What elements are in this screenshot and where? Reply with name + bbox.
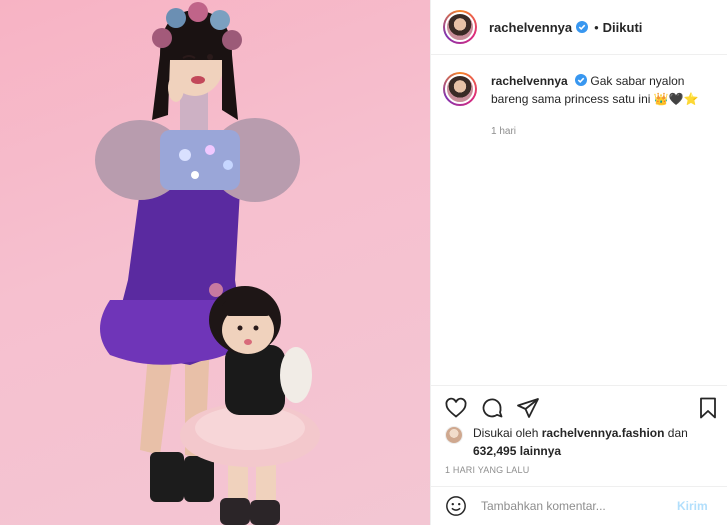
liked-by-and: dan xyxy=(667,426,688,440)
likes-suffix[interactable]: lainnya xyxy=(520,444,561,458)
post-comment-button[interactable]: Kirim xyxy=(677,499,708,513)
comment-icon[interactable] xyxy=(480,396,504,420)
header-username[interactable]: rachelvennya xyxy=(489,20,572,35)
share-icon[interactable] xyxy=(516,396,540,420)
likes-count[interactable]: 632,495 xyxy=(473,444,516,458)
post-photo-illustration xyxy=(95,2,320,525)
post-header: rachelvennya • Diikuti xyxy=(431,0,727,55)
action-bar xyxy=(431,385,727,429)
likes-summary: Disukai oleh rachelvennya.fashion dan 63… xyxy=(445,424,720,460)
liked-by-prefix: Disukai oleh xyxy=(473,426,539,440)
post-caption: rachelvennya Gak sabar nyalon bareng sam… xyxy=(431,72,727,108)
avatar[interactable] xyxy=(443,10,477,44)
follow-status-button[interactable]: Diikuti xyxy=(603,20,643,35)
header-separator: • xyxy=(594,19,599,35)
comment-input[interactable] xyxy=(481,499,671,513)
post-side-panel: rachelvennya • Diikuti rachelvennya Gak … xyxy=(430,0,727,525)
verified-badge-icon xyxy=(576,21,589,33)
caption-timestamp[interactable]: 1 hari xyxy=(491,126,516,137)
liker-avatar[interactable] xyxy=(445,426,463,444)
heart-icon[interactable] xyxy=(444,396,468,420)
verified-badge-icon xyxy=(575,74,588,86)
add-comment-bar: Kirim xyxy=(431,486,727,525)
likes-text: Disukai oleh rachelvennya.fashion dan 63… xyxy=(473,424,688,460)
caption-body: rachelvennya Gak sabar nyalon bareng sam… xyxy=(491,72,711,108)
caption-username[interactable]: rachelvennya xyxy=(491,74,568,88)
emoji-icon[interactable] xyxy=(445,495,467,517)
caption-avatar[interactable] xyxy=(443,72,477,106)
post-timestamp[interactable]: 1 HARI YANG LALU xyxy=(445,465,529,475)
bookmark-icon[interactable] xyxy=(696,396,720,420)
post-photo[interactable] xyxy=(0,0,430,525)
liked-by-username[interactable]: rachelvennya.fashion xyxy=(542,426,665,440)
